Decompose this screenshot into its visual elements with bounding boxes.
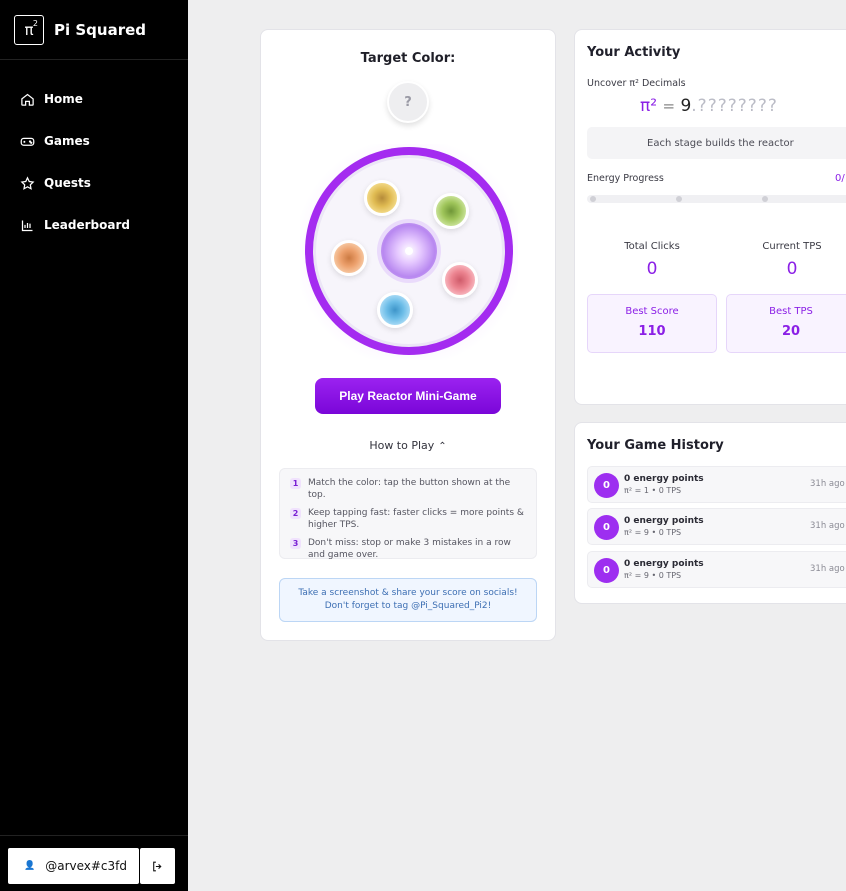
target-color-title: Target Color:: [360, 51, 456, 66]
color-button-blue[interactable]: [377, 292, 413, 328]
activity-card: Your Activity Uncover π² Decimals π² = 9…: [574, 29, 846, 405]
pi-decimals-display: π² = 9.????????: [640, 96, 778, 116]
total-clicks-label: Total Clicks: [624, 241, 680, 252]
home-icon: [21, 93, 34, 106]
target-color-value: ?: [404, 94, 412, 110]
sidebar-item-label: Quests: [44, 176, 91, 190]
sidebar-item-label: Home: [44, 92, 83, 106]
progress-marker: [590, 196, 596, 202]
star-icon: [20, 175, 35, 190]
best-tps-label: Best TPS: [769, 306, 813, 317]
history-title: Your Game History: [587, 438, 724, 453]
reactor-core: [381, 223, 437, 279]
history-row: 0 0 energy points π² = 9 • 0 TPS 31h ago: [587, 508, 846, 545]
color-button-red[interactable]: [442, 262, 478, 298]
target-color-indicator: ?: [387, 81, 429, 123]
rules-list: 1 Match the color: tap the button shown …: [279, 468, 537, 561]
logout-button[interactable]: [140, 848, 175, 884]
logout-icon: [153, 861, 162, 871]
brand[interactable]: π2 Pi Squared: [0, 0, 188, 60]
activity-title: Your Activity: [587, 45, 681, 60]
user-area: 👤 @arvex#c3fd: [0, 835, 188, 891]
sidebar-item-games[interactable]: Games: [0, 120, 188, 162]
chevron-up-icon: ⌃: [438, 441, 447, 452]
how-to-play-toggle[interactable]: How to Play ⌃: [261, 439, 555, 452]
energy-progress-value: 0/: [835, 173, 845, 184]
sidebar-item-label: Leaderboard: [44, 218, 130, 232]
brand-name: Pi Squared: [54, 20, 147, 39]
play-reactor-button[interactable]: Play Reactor Mini-Game: [315, 378, 501, 414]
rule-text: Match the color: tap the button shown at…: [308, 478, 511, 500]
best-tps-value: 20: [781, 324, 801, 339]
history-time: 31h ago: [810, 521, 845, 531]
history-time: 31h ago: [810, 564, 845, 574]
history-detail: π² = 1 • 0 TPS: [624, 486, 682, 495]
history-row: 0 0 energy points π² = 9 • 0 TPS 31h ago: [587, 551, 846, 588]
energy-progress-bar: [587, 195, 846, 203]
pi-squared-logo: π2: [14, 14, 44, 45]
sidebar-item-quests[interactable]: Quests: [0, 162, 188, 204]
score-badge: 0: [594, 515, 619, 540]
rule-item: 3 Don't miss: stop or make 3 mistakes in…: [290, 537, 526, 561]
history-detail: π² = 9 • 0 TPS: [624, 571, 682, 580]
reactor-game-card: Target Color: ? Play Reactor Mini-Game H…: [260, 29, 556, 641]
energy-progress-label: Energy Progress: [587, 173, 664, 184]
history-points: 0 energy points: [624, 474, 704, 484]
history-detail: π² = 9 • 0 TPS: [624, 528, 682, 537]
user-account-button[interactable]: 👤 @arvex#c3fd: [8, 848, 139, 884]
current-tps-stat: Current TPS 0: [727, 241, 846, 279]
rule-number: 2: [290, 508, 301, 519]
history-row: 0 0 energy points π² = 1 • 0 TPS 31h ago: [587, 466, 846, 503]
uncover-label: Uncover π² Decimals: [587, 78, 686, 89]
current-tps-value: 0: [786, 259, 798, 279]
score-badge: 0: [594, 473, 619, 498]
color-button-orange[interactable]: [331, 240, 367, 276]
gamepad-icon: [20, 137, 35, 146]
user-handle: @arvex#c3fd: [45, 859, 128, 873]
user-icon: 👤: [24, 861, 36, 871]
pi-decimals: .????????: [691, 96, 778, 116]
best-tps-box: Best TPS 20: [726, 294, 846, 353]
rule-number: 3: [290, 538, 301, 549]
current-tps-label: Current TPS: [762, 241, 822, 252]
rule-number: 1: [290, 478, 301, 489]
how-to-play-label: How to Play: [369, 439, 435, 452]
progress-marker: [676, 196, 682, 202]
equals-sign: =: [662, 97, 676, 115]
best-score-value: 110: [638, 324, 666, 339]
best-score-box: Best Score 110: [587, 294, 717, 353]
sidebar-nav: Home Games Quests Leaderboard: [0, 78, 188, 246]
color-button-yellow[interactable]: [364, 180, 400, 216]
logo-sup: 2: [32, 18, 38, 28]
total-clicks-stat: Total Clicks 0: [587, 241, 717, 279]
rule-item: 2 Keep tapping fast: faster clicks = mor…: [290, 507, 526, 531]
bar-chart-icon: [21, 220, 33, 231]
rule-item: 1 Match the color: tap the button shown …: [290, 477, 526, 501]
score-badge: 0: [594, 558, 619, 583]
history-points: 0 energy points: [624, 516, 704, 526]
history-points: 0 energy points: [624, 559, 704, 569]
total-clicks-value: 0: [646, 259, 658, 279]
rule-text: Don't miss: stop or make 3 mistakes in a…: [308, 538, 511, 560]
game-history-card: Your Game History 0 0 energy points π² =…: [574, 422, 846, 604]
sidebar-item-home[interactable]: Home: [0, 78, 188, 120]
history-time: 31h ago: [810, 479, 845, 489]
color-button-green[interactable]: [433, 193, 469, 229]
progress-marker: [762, 196, 768, 202]
rule-text: Keep tapping fast: faster clicks = more …: [308, 508, 524, 530]
sidebar: π2 Pi Squared Home Games Quests Leaderbo…: [0, 0, 188, 891]
best-score-label: Best Score: [625, 306, 679, 317]
pi-symbol: π²: [640, 96, 658, 116]
sidebar-item-leaderboard[interactable]: Leaderboard: [0, 204, 188, 246]
pi-integer: 9: [680, 96, 692, 116]
sidebar-item-label: Games: [44, 134, 90, 148]
share-notice: Take a screenshot & share your score on …: [279, 578, 537, 622]
stage-info: Each stage builds the reactor: [587, 127, 846, 159]
